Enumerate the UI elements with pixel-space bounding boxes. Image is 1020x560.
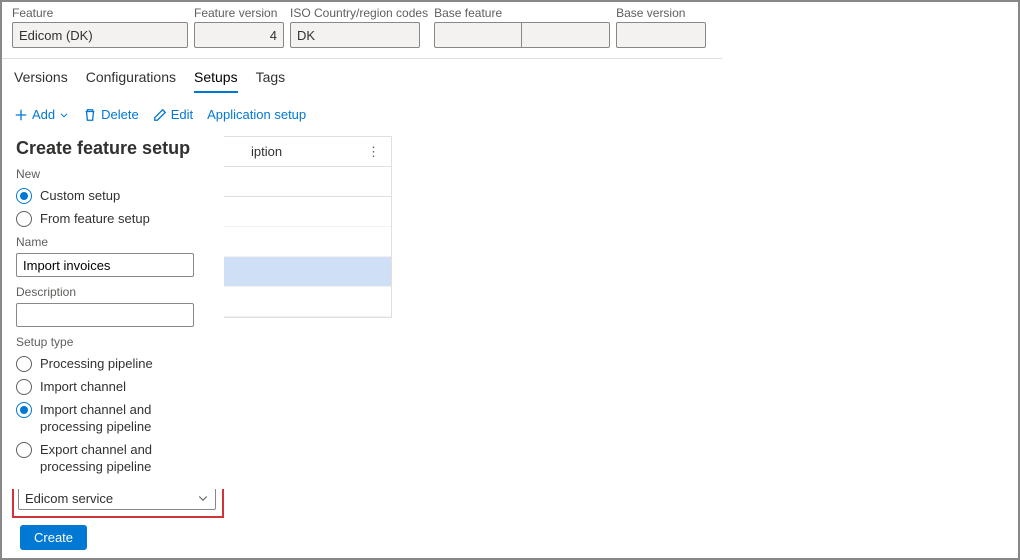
feature-version-label: Feature version bbox=[194, 6, 284, 20]
iso-codes-input[interactable]: DK bbox=[290, 22, 420, 48]
radio-export-channel-processing[interactable]: Export channel and processing pipeline bbox=[16, 441, 220, 475]
chevron-down-icon bbox=[59, 110, 69, 120]
tab-setups[interactable]: Setups bbox=[194, 69, 238, 93]
plus-icon bbox=[14, 108, 28, 122]
tab-tags[interactable]: Tags bbox=[256, 69, 286, 93]
description-label: Description bbox=[16, 285, 220, 299]
trash-icon bbox=[83, 108, 97, 122]
toolbar: Add Delete Edit Application setup bbox=[2, 93, 1018, 132]
pencil-icon bbox=[153, 108, 167, 122]
radio-icon bbox=[16, 356, 32, 372]
tab-strip: Versions Configurations Setups Tags bbox=[2, 59, 1018, 93]
feature-label: Feature bbox=[12, 6, 188, 20]
radio-from-feature-setup[interactable]: From feature setup bbox=[16, 210, 220, 227]
base-feature-input-a[interactable] bbox=[434, 22, 522, 48]
description-input[interactable] bbox=[16, 303, 194, 327]
base-feature-label: Base feature bbox=[434, 6, 610, 20]
radio-icon bbox=[16, 379, 32, 395]
base-version-label: Base version bbox=[616, 6, 706, 20]
tab-versions[interactable]: Versions bbox=[14, 69, 68, 93]
data-channel-select[interactable]: Edicom service bbox=[18, 486, 216, 510]
panel-title: Create feature setup bbox=[16, 138, 220, 159]
edit-button[interactable]: Edit bbox=[153, 107, 193, 122]
header-fields: Feature Edicom (DK) Feature version 4 IS… bbox=[2, 2, 722, 59]
tab-configurations[interactable]: Configurations bbox=[86, 69, 176, 93]
radio-icon bbox=[16, 402, 32, 418]
radio-icon bbox=[16, 442, 32, 458]
radio-processing-pipeline[interactable]: Processing pipeline bbox=[16, 355, 220, 372]
setup-type-label: Setup type bbox=[16, 335, 220, 349]
radio-import-channel-processing[interactable]: Import channel and processing pipeline bbox=[16, 401, 220, 435]
base-version-input[interactable] bbox=[616, 22, 706, 48]
radio-import-channel[interactable]: Import channel bbox=[16, 378, 220, 395]
feature-input[interactable]: Edicom (DK) bbox=[12, 22, 188, 48]
col-description: iption bbox=[251, 144, 282, 159]
delete-button[interactable]: Delete bbox=[83, 107, 139, 122]
application-setup-button[interactable]: Application setup bbox=[207, 107, 306, 122]
base-feature-input-b[interactable] bbox=[522, 22, 610, 48]
chevron-down-icon bbox=[197, 492, 209, 504]
radio-icon bbox=[16, 211, 32, 227]
name-label: Name bbox=[16, 235, 220, 249]
feature-version-input[interactable]: 4 bbox=[194, 22, 284, 48]
iso-codes-label: ISO Country/region codes bbox=[290, 6, 428, 20]
add-button[interactable]: Add bbox=[14, 107, 69, 122]
create-feature-setup-panel: Create feature setup New Custom setup Fr… bbox=[12, 136, 224, 489]
radio-icon bbox=[16, 188, 32, 204]
radio-custom-setup[interactable]: Custom setup bbox=[16, 187, 220, 204]
more-icon[interactable]: ⋮ bbox=[367, 144, 381, 160]
create-button[interactable]: Create bbox=[20, 525, 87, 550]
new-section-label: New bbox=[16, 167, 220, 181]
name-input[interactable] bbox=[16, 253, 194, 277]
